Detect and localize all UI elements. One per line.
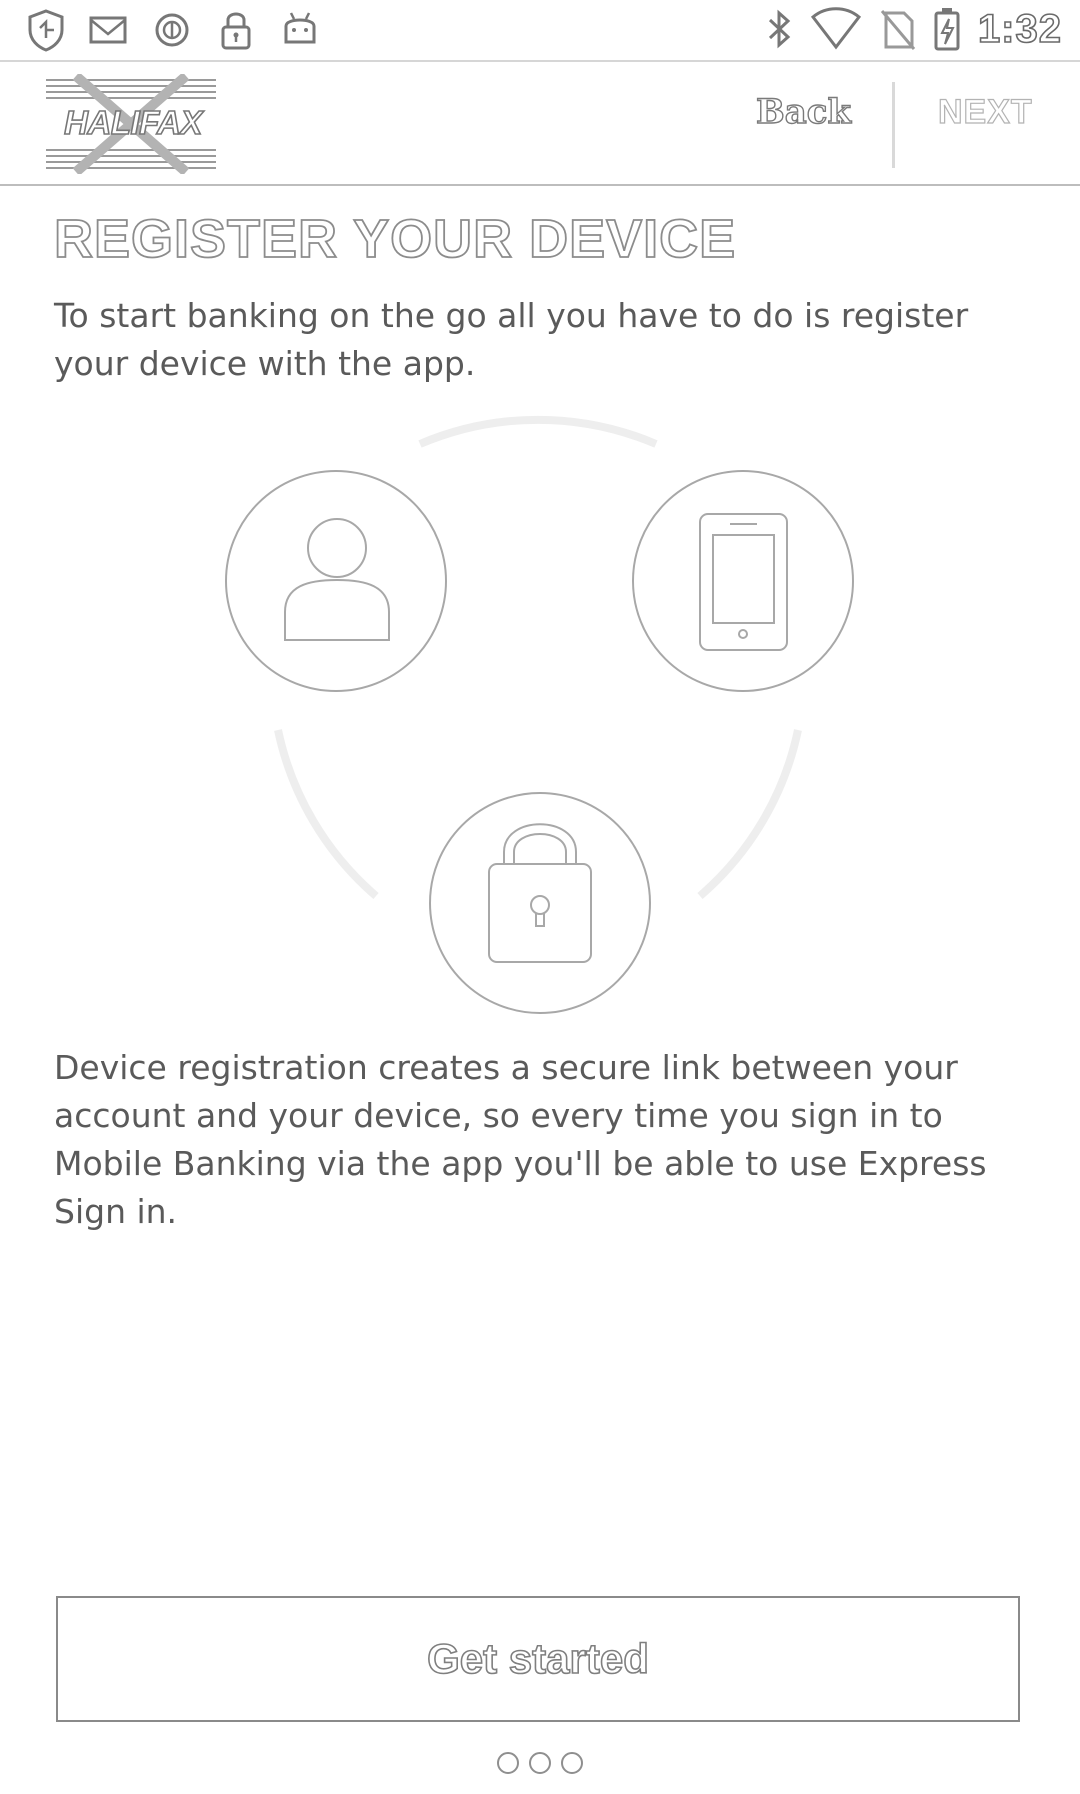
app-header: HALIFAX Back NEXT [0,62,1080,186]
get-started-label: Get started [426,1634,649,1683]
wifi-icon [810,7,862,51]
halifax-logo: HALIFAX [36,74,226,174]
page-indicator [0,1752,1080,1774]
logo-text: HALIFAX [63,103,203,142]
page-title: REGISTER YOUR DEVICE [53,208,737,270]
bluetooth-icon [764,7,794,51]
no-sim-icon [878,7,916,51]
circle-icon [150,8,194,52]
status-bar: 1:32 [0,0,1080,62]
smartphone-icon [632,470,854,692]
page-dot-2[interactable] [529,1752,551,1774]
next-button[interactable]: NEXT [937,92,1033,132]
notification-icons [26,8,322,52]
back-button[interactable]: Back [755,91,851,132]
system-icons: 1:32 [764,6,1062,52]
description-text: Device registration creates a secure lin… [54,1048,987,1231]
registration-illustration [0,400,1080,1030]
intro-text: To start banking on the go all you have … [54,296,969,383]
padlock-icon [429,792,651,1014]
page-dot-1[interactable] [497,1752,519,1774]
get-started-button[interactable]: Get started [56,1596,1020,1722]
battery-charging-icon [932,6,962,52]
status-time: 1:32 [977,6,1062,52]
page-dot-3[interactable] [561,1752,583,1774]
mail-icon [86,8,130,52]
lock-icon [214,8,258,52]
header-divider [892,82,895,168]
user-icon [225,470,447,692]
shield-icon [26,8,66,52]
android-icon [278,8,322,52]
